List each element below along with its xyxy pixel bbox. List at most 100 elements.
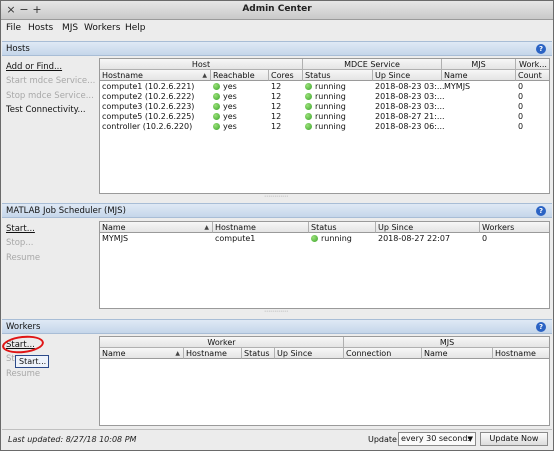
cell-mjs-name <box>442 102 444 112</box>
cell-up-since: 2018-08-23 03:... <box>375 102 445 111</box>
status-ok-icon <box>213 93 220 100</box>
column-mjs-hostname[interactable]: Hostname <box>493 348 549 359</box>
cell-status: running <box>315 102 346 111</box>
group-header-worker: Worker <box>100 337 344 348</box>
table-row[interactable]: compute1 (10.2.6.221) yes 12 running 201… <box>100 82 549 92</box>
workers-section-title: Workers <box>6 322 41 332</box>
menu-hosts[interactable]: Hosts <box>28 23 53 33</box>
hosts-table[interactable]: Host MDCE Service MJS Work... Hostname ▲ … <box>99 58 550 194</box>
test-connectivity-button[interactable]: Test Connectivity... <box>6 105 86 115</box>
mjs-table[interactable]: Name ▲ Hostname Status Up Since Workers M… <box>99 221 550 309</box>
cell-reachable: yes <box>223 102 237 111</box>
resume-mjs-button[interactable]: Resume <box>6 253 40 263</box>
column-hostname-label: Hostname <box>102 71 143 80</box>
update-label: Update <box>368 435 397 444</box>
update-now-button[interactable]: Update Now <box>480 432 548 446</box>
status-ok-icon <box>213 113 220 120</box>
mjs-splitter[interactable]: ⋯⋯⋯⋯ <box>261 309 291 315</box>
status-ok-icon <box>213 103 220 110</box>
column-name[interactable]: Name ▲ <box>100 222 213 233</box>
cell-hostname: compute1 <box>215 234 256 243</box>
hosts-actions: Add or Find... Start mdce Service... Sto… <box>2 57 99 194</box>
column-up-since[interactable]: Up Since <box>376 222 480 233</box>
mjs-section-header: MATLAB Job Scheduler (MJS) ? <box>2 203 552 218</box>
column-workers[interactable]: Workers <box>480 222 549 233</box>
column-mjs-name[interactable]: Name <box>442 70 516 81</box>
help-icon[interactable]: ? <box>536 322 546 332</box>
cell-reachable: yes <box>223 112 237 121</box>
resume-workers-button[interactable]: Resume <box>6 369 40 379</box>
table-row[interactable]: controller (10.2.6.220) yes 12 running 2… <box>100 122 549 132</box>
table-row[interactable]: MYMJS compute1 running 2018-08-27 22:07 … <box>100 234 549 244</box>
cell-hostname: controller (10.2.6.220) <box>102 122 193 131</box>
table-row[interactable]: compute2 (10.2.6.222) yes 12 running 201… <box>100 92 549 102</box>
update-interval-value: every 30 seconds <box>401 434 472 443</box>
hosts-splitter[interactable]: ⋯⋯⋯⋯ <box>261 194 291 200</box>
column-status[interactable]: Status <box>242 348 275 359</box>
sort-ascending-icon: ▲ <box>202 72 207 79</box>
cell-name: MYMJS <box>102 234 129 243</box>
column-name-label: Name <box>102 349 126 358</box>
status-ok-icon <box>213 83 220 90</box>
menu-file[interactable]: File <box>6 23 21 33</box>
cell-mjs-name <box>442 112 444 122</box>
column-hostname[interactable]: Hostname <box>184 348 242 359</box>
group-header-host: Host <box>100 59 303 70</box>
admin-center-window: × − + Admin Center File Hosts MJS Worker… <box>0 0 554 451</box>
column-mjs-name[interactable]: Name <box>422 348 493 359</box>
cell-up-since: 2018-08-27 21:... <box>375 112 445 121</box>
start-mjs-button[interactable]: Start... <box>6 224 35 234</box>
column-up-since[interactable]: Up Since <box>373 70 442 81</box>
cell-up-since: 2018-08-23 03:... <box>375 92 445 101</box>
status-ok-icon <box>213 123 220 130</box>
table-row[interactable]: compute5 (10.2.6.225) yes 12 running 201… <box>100 112 549 122</box>
cell-up-since: 2018-08-23 06:... <box>375 122 445 131</box>
menu-help[interactable]: Help <box>125 23 146 33</box>
stop-mdce-service-button[interactable]: Stop mdce Service... <box>6 91 94 101</box>
cell-hostname: compute5 (10.2.6.225) <box>102 112 195 121</box>
cell-up-since: 2018-08-27 22:07 <box>378 234 451 243</box>
table-row[interactable]: compute3 (10.2.6.223) yes 12 running 201… <box>100 102 549 112</box>
title-bar: × − + Admin Center <box>1 1 553 20</box>
cell-reachable: yes <box>223 92 237 101</box>
cell-worker-count: 0 <box>518 102 524 111</box>
cell-worker-count: 0 <box>518 82 524 91</box>
column-hostname[interactable]: Hostname <box>213 222 309 233</box>
cell-cores: 12 <box>271 92 282 101</box>
cell-status: running <box>315 92 346 101</box>
window-title: Admin Center <box>242 4 312 14</box>
update-interval-select[interactable]: every 30 seconds ▼ <box>398 432 476 446</box>
cell-hostname: compute2 (10.2.6.222) <box>102 92 195 101</box>
status-ok-icon <box>305 123 312 130</box>
mjs-actions: Start... Stop... Resume <box>2 219 99 309</box>
column-cores[interactable]: Cores <box>269 70 303 81</box>
cell-status: running <box>315 112 346 121</box>
column-status[interactable]: Status <box>303 70 373 81</box>
cell-reachable: yes <box>223 82 237 91</box>
stop-mjs-button[interactable]: Stop... <box>6 238 33 248</box>
cell-worker-count: 0 <box>518 112 524 121</box>
start-mdce-service-button[interactable]: Start mdce Service... <box>6 76 95 86</box>
add-or-find-button[interactable]: Add or Find... <box>6 62 62 72</box>
column-name[interactable]: Name ▲ <box>100 348 184 359</box>
workers-table[interactable]: Worker MJS Name ▲ Hostname Status Up Sinc… <box>99 336 550 426</box>
mjs-section-title: MATLAB Job Scheduler (MJS) <box>6 206 126 216</box>
status-ok-icon <box>305 113 312 120</box>
status-ok-icon <box>305 93 312 100</box>
group-header-mdce-service: MDCE Service <box>303 59 442 70</box>
chevron-down-icon: ▼ <box>467 435 473 443</box>
column-reachable[interactable]: Reachable <box>211 70 269 81</box>
hosts-section-title: Hosts <box>6 44 30 54</box>
help-icon[interactable]: ? <box>536 206 546 216</box>
column-worker-count[interactable]: Count <box>516 70 549 81</box>
column-connection[interactable]: Connection <box>344 348 422 359</box>
menu-workers[interactable]: Workers <box>84 23 120 33</box>
group-header-workers: Work... <box>516 59 549 70</box>
last-updated-text: Last updated: 8/27/18 10:08 PM <box>8 435 137 444</box>
menu-mjs[interactable]: MJS <box>62 23 78 33</box>
help-icon[interactable]: ? <box>536 44 546 54</box>
column-up-since[interactable]: Up Since <box>275 348 344 359</box>
column-hostname[interactable]: Hostname ▲ <box>100 70 211 81</box>
cell-cores: 12 <box>271 82 282 91</box>
column-status[interactable]: Status <box>309 222 376 233</box>
